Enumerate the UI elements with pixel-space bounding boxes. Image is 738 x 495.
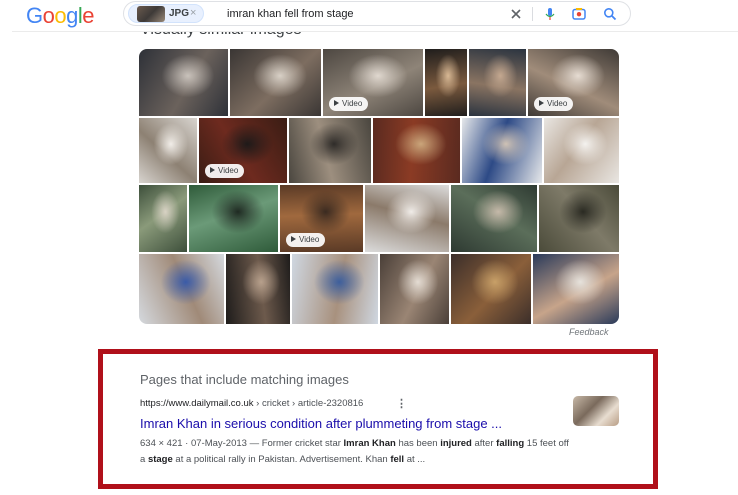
similar-image-tile[interactable]: Video (528, 49, 619, 116)
similar-image-tile[interactable] (139, 118, 197, 183)
google-logo[interactable]: Google (26, 3, 95, 29)
snippet-text: after (471, 438, 497, 449)
similar-image-tile[interactable]: Video (323, 49, 423, 116)
similar-image-tile[interactable] (533, 254, 619, 324)
result-title-link[interactable]: Imran Khan in serious condition after pl… (140, 416, 502, 431)
similar-image-tile[interactable] (469, 49, 526, 116)
image-chip[interactable]: JPG × (128, 4, 204, 23)
similar-image-tile[interactable] (292, 254, 378, 324)
play-icon (291, 236, 296, 242)
snippet-highlight: injured (440, 438, 472, 449)
video-badge: Video (205, 164, 245, 178)
play-icon (210, 167, 215, 173)
result-snippet: 634 × 421 · 07-May-2013 — Former cricket… (140, 436, 570, 468)
play-icon (539, 100, 544, 106)
similar-image-tile[interactable] (544, 118, 619, 183)
snippet-highlight: falling (496, 438, 525, 449)
similar-image-tile[interactable] (462, 118, 542, 183)
clear-icon[interactable] (508, 6, 524, 22)
logo-letter: G (26, 3, 43, 28)
more-options-icon[interactable]: ⋮ (396, 397, 407, 410)
similar-image-tile[interactable]: Video (280, 185, 363, 252)
video-badge: Video (286, 233, 326, 247)
logo-letter: o (42, 3, 55, 28)
result-url-path: › cricket › article-2320816 (253, 398, 364, 409)
mic-icon[interactable] (542, 6, 558, 22)
header: Google JPG × imran khan fell from stage (0, 0, 738, 30)
similar-image-tile[interactable] (451, 254, 531, 324)
feedback-link[interactable]: Feedback (569, 327, 609, 337)
similar-image-tile[interactable] (226, 254, 290, 324)
snippet-text: at a political rally in Pakistan. Advert… (172, 454, 391, 465)
similar-image-tile[interactable] (139, 185, 187, 252)
similar-image-tile[interactable] (539, 185, 619, 252)
result-url[interactable]: https://www.dailymail.co.uk › cricket › … (140, 398, 363, 409)
snippet-text: has been (395, 438, 441, 449)
similar-image-tile[interactable] (425, 49, 467, 116)
similar-image-tile[interactable] (189, 185, 278, 252)
logo-letter: g (66, 3, 78, 28)
logo-letter: e (82, 3, 95, 28)
header-divider (12, 31, 738, 32)
chip-close-icon[interactable]: × (190, 7, 196, 19)
visually-similar-grid: Video Video Video Video (139, 49, 619, 324)
query-image-thumbnail (137, 6, 165, 22)
snippet-highlight: stage (147, 454, 173, 465)
search-icon[interactable] (602, 6, 618, 22)
similar-image-tile[interactable] (373, 118, 460, 183)
video-badge-label: Video (299, 235, 320, 244)
logo-letter: o (54, 3, 67, 28)
matching-pages-heading: Pages that include matching images (140, 372, 349, 387)
search-input[interactable]: imran khan fell from stage (227, 8, 354, 20)
similar-image-tile[interactable] (139, 49, 228, 116)
snippet-highlight: Imran Khan (343, 438, 396, 449)
search-box[interactable]: JPG × imran khan fell from stage (123, 1, 631, 26)
similar-image-tile[interactable] (139, 254, 224, 324)
divider (532, 7, 533, 21)
video-badge-label: Video (547, 99, 568, 108)
similar-image-tile[interactable]: Video (199, 118, 287, 183)
similar-image-tile[interactable] (289, 118, 371, 183)
similar-image-tile[interactable] (380, 254, 449, 324)
snippet-highlight: fell (390, 454, 405, 465)
video-badge: Video (329, 97, 369, 111)
play-icon (334, 100, 339, 106)
chip-label: JPG (169, 8, 190, 19)
similar-image-tile[interactable] (451, 185, 537, 252)
result-thumbnail[interactable] (573, 396, 619, 426)
snippet-text: at ... (404, 454, 426, 465)
video-badge: Video (534, 97, 574, 111)
snippet-text: 634 × 421 · 07-May-2013 — Former cricket… (140, 438, 344, 449)
result-url-domain: https://www.dailymail.co.uk (140, 398, 254, 409)
video-badge-label: Video (218, 166, 239, 175)
video-badge-label: Video (342, 99, 363, 108)
similar-image-tile[interactable] (230, 49, 321, 116)
similar-image-tile[interactable] (365, 185, 449, 252)
lens-icon[interactable] (571, 6, 587, 22)
